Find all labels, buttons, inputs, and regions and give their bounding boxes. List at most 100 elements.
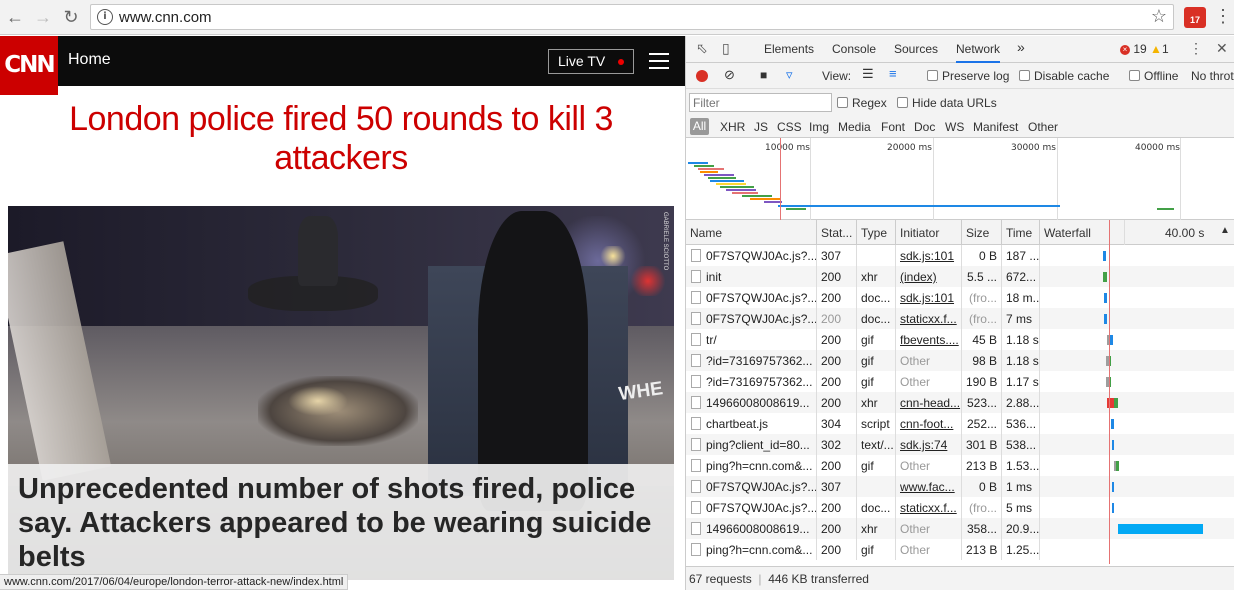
request-name[interactable]: 0F7S7QWJ0Ac.js?... bbox=[686, 476, 817, 497]
col-waterfall[interactable]: Waterfall 40.00 s ▲ bbox=[1040, 220, 1234, 245]
request-initiator[interactable]: www.fac... bbox=[896, 476, 962, 497]
disable-cache-checkbox[interactable] bbox=[1019, 70, 1030, 81]
clear-icon[interactable]: ⊘ bbox=[724, 67, 735, 83]
story-subhead[interactable]: Unprecedented number of shots fired, pol… bbox=[18, 472, 674, 574]
calendar-extension-icon[interactable]: 17 bbox=[1184, 7, 1206, 28]
col-time[interactable]: Time bbox=[1002, 220, 1040, 245]
request-initiator[interactable]: staticxx.f... bbox=[896, 308, 962, 329]
waterfall-view-icon[interactable]: ≡ bbox=[889, 66, 897, 81]
col-type[interactable]: Type bbox=[857, 220, 896, 245]
request-initiator[interactable]: cnn-head... bbox=[896, 392, 962, 413]
table-row[interactable]: ping?h=cnn.com&... 200 gif Other 213 B 1.25..… bbox=[686, 539, 1234, 560]
screenshot-camera-icon[interactable]: ■ bbox=[760, 68, 767, 82]
disable-cache-option[interactable]: Disable cache bbox=[1019, 69, 1109, 83]
request-name[interactable]: 14966008008619... bbox=[686, 518, 817, 539]
devtools-menu-icon[interactable]: ⋮ bbox=[1189, 40, 1203, 57]
nav-home[interactable]: Home bbox=[68, 51, 111, 69]
table-row[interactable]: 0F7S7QWJ0Ac.js?... 200 doc... sdk.js:101 (fr… bbox=[686, 287, 1234, 308]
col-status[interactable]: Stat... bbox=[817, 220, 857, 245]
regex-option[interactable]: Regex bbox=[837, 96, 887, 110]
request-name[interactable]: ping?h=cnn.com&... bbox=[686, 539, 817, 560]
table-row[interactable]: ping?h=cnn.com&... 200 gif Other 213 B 1.53..… bbox=[686, 455, 1234, 476]
request-initiator[interactable]: sdk.js:74 bbox=[896, 434, 962, 455]
large-rows-icon[interactable]: ☰ bbox=[862, 66, 874, 82]
tab-sources[interactable]: Sources bbox=[894, 42, 938, 56]
hamburger-menu-icon[interactable] bbox=[649, 53, 669, 74]
type-filter-css[interactable]: CSS bbox=[777, 120, 802, 134]
address-bar[interactable]: i www.cnn.com ☆ bbox=[90, 4, 1174, 30]
table-row[interactable]: 0F7S7QWJ0Ac.js?... 200 doc... staticxx.f...… bbox=[686, 497, 1234, 518]
regex-checkbox[interactable] bbox=[837, 97, 848, 108]
address-url[interactable]: www.cnn.com bbox=[119, 9, 212, 26]
request-name[interactable]: 0F7S7QWJ0Ac.js?... bbox=[686, 245, 817, 266]
tab-elements[interactable]: Elements bbox=[764, 42, 814, 56]
type-filter-media[interactable]: Media bbox=[838, 120, 871, 134]
more-tabs-icon[interactable]: » bbox=[1017, 39, 1025, 55]
filter-input[interactable] bbox=[689, 93, 832, 112]
table-row[interactable]: ping?client_id=80... 302 text/... sdk.js:74… bbox=[686, 434, 1234, 455]
close-devtools-icon[interactable]: ✕ bbox=[1216, 40, 1228, 57]
tab-network[interactable]: Network bbox=[956, 42, 1001, 63]
type-filter-ws[interactable]: WS bbox=[945, 120, 964, 134]
request-initiator[interactable]: staticxx.f... bbox=[896, 497, 962, 518]
request-initiator[interactable]: (index) bbox=[896, 266, 962, 287]
preserve-log-checkbox[interactable] bbox=[927, 70, 938, 81]
request-name[interactable]: init bbox=[686, 266, 817, 287]
throttle-select[interactable]: No thrott bbox=[1191, 69, 1234, 83]
type-filter-img[interactable]: Img bbox=[809, 120, 829, 134]
inspect-element-icon[interactable]: ⬁ bbox=[696, 40, 708, 57]
col-name[interactable]: Name bbox=[686, 220, 817, 245]
table-row[interactable]: ?id=73169757362... 200 gif Other 190 B 1.17 s bbox=[686, 371, 1234, 392]
table-row[interactable]: 0F7S7QWJ0Ac.js?... 307 www.fac... 0 B1 ms bbox=[686, 476, 1234, 497]
type-filter-xhr[interactable]: XHR bbox=[720, 120, 745, 134]
table-row[interactable]: 0F7S7QWJ0Ac.js?... 200 doc... staticxx.f...… bbox=[686, 308, 1234, 329]
reload-icon[interactable]: ↻ bbox=[60, 6, 82, 28]
table-row[interactable]: 0F7S7QWJ0Ac.js?... 307 sdk.js:101 0 B 187 ..… bbox=[686, 245, 1234, 266]
error-warning-counter[interactable]: × 19 ▲1 bbox=[1120, 42, 1169, 56]
filter-funnel-icon[interactable]: ▿ bbox=[786, 67, 793, 83]
request-name[interactable]: 14966008008619... bbox=[686, 392, 817, 413]
request-name[interactable]: ?id=73169757362... bbox=[686, 371, 817, 392]
back-icon[interactable]: ← bbox=[4, 6, 26, 28]
cnn-logo[interactable]: CNN bbox=[0, 36, 58, 95]
request-name[interactable]: 0F7S7QWJ0Ac.js?... bbox=[686, 287, 817, 308]
type-filter-other[interactable]: Other bbox=[1028, 120, 1058, 134]
type-filter-all[interactable]: All bbox=[690, 118, 709, 135]
browser-menu-icon[interactable]: ⋮ bbox=[1214, 6, 1232, 27]
request-initiator[interactable]: cnn-foot... bbox=[896, 413, 962, 434]
request-name[interactable]: tr/ bbox=[686, 329, 817, 350]
tab-console[interactable]: Console bbox=[832, 42, 876, 56]
network-overview[interactable]: 10000 ms 20000 ms 30000 ms 40000 ms bbox=[686, 138, 1234, 220]
type-filter-js[interactable]: JS bbox=[754, 120, 768, 134]
preserve-log-option[interactable]: Preserve log bbox=[927, 69, 1009, 83]
hide-data-urls-option[interactable]: Hide data URLs bbox=[897, 96, 997, 110]
hide-data-urls-checkbox[interactable] bbox=[897, 97, 908, 108]
col-initiator[interactable]: Initiator bbox=[896, 220, 962, 245]
request-initiator[interactable]: sdk.js:101 bbox=[896, 245, 962, 266]
forward-icon[interactable]: → bbox=[32, 6, 54, 28]
table-row[interactable]: 14966008008619... 200 xhr Other 358... 20.9..… bbox=[686, 518, 1234, 539]
request-name[interactable]: 0F7S7QWJ0Ac.js?... bbox=[686, 497, 817, 518]
type-filter-manifest[interactable]: Manifest bbox=[973, 120, 1018, 134]
request-initiator[interactable]: sdk.js:101 bbox=[896, 287, 962, 308]
record-icon[interactable] bbox=[696, 70, 708, 82]
request-name[interactable]: ping?client_id=80... bbox=[686, 434, 817, 455]
offline-checkbox[interactable] bbox=[1129, 70, 1140, 81]
sort-up-icon[interactable]: ▲ bbox=[1220, 225, 1230, 236]
request-name[interactable]: ping?h=cnn.com&... bbox=[686, 455, 817, 476]
type-filter-doc[interactable]: Doc bbox=[914, 120, 935, 134]
story-overlay[interactable]: Unprecedented number of shots fired, pol… bbox=[8, 464, 674, 580]
bookmark-star-icon[interactable]: ☆ bbox=[1151, 6, 1167, 27]
type-filter-font[interactable]: Font bbox=[881, 120, 905, 134]
live-tv-button[interactable]: Live TV bbox=[548, 49, 634, 74]
info-icon[interactable]: i bbox=[97, 9, 113, 25]
headline[interactable]: London police fired 50 rounds to kill 3 … bbox=[10, 100, 672, 178]
col-size[interactable]: Size bbox=[962, 220, 1002, 245]
request-name[interactable]: ?id=73169757362... bbox=[686, 350, 817, 371]
request-name[interactable]: chartbeat.js bbox=[686, 413, 817, 434]
request-initiator[interactable]: fbevents.... bbox=[896, 329, 962, 350]
table-row[interactable]: init 200 xhr (index) 5.5 ... 672... bbox=[686, 266, 1234, 287]
table-row[interactable]: 14966008008619... 200 xhr cnn-head... 523...… bbox=[686, 392, 1234, 413]
device-toolbar-icon[interactable]: ▯ bbox=[722, 40, 730, 57]
table-row[interactable]: tr/200 gif fbevents.... 45 B 1.18 s bbox=[686, 329, 1234, 350]
